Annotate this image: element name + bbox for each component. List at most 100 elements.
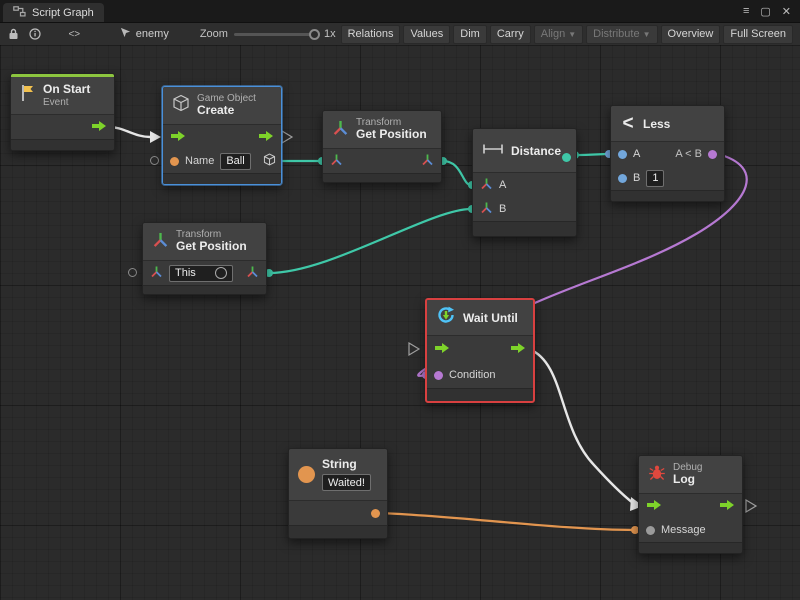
node-footer bbox=[323, 173, 441, 182]
port-row bbox=[289, 501, 387, 525]
zoom-slider-handle[interactable] bbox=[309, 29, 320, 40]
port-row: Name Ball bbox=[163, 149, 281, 173]
graph-canvas[interactable]: On Start Event Game Object Create bbox=[0, 45, 800, 600]
dim-button[interactable]: Dim bbox=[453, 25, 487, 44]
zoom-label: Zoom bbox=[200, 28, 228, 40]
transform-icon bbox=[332, 119, 349, 141]
port-row: Condition bbox=[427, 362, 533, 388]
node-footer bbox=[11, 139, 114, 150]
flow-out-port[interactable] bbox=[258, 130, 274, 145]
wire-getposition-to-distance-a[interactable] bbox=[443, 161, 471, 185]
message-port[interactable] bbox=[646, 526, 655, 535]
info-icon[interactable] bbox=[27, 26, 44, 43]
graph-name[interactable]: enemy bbox=[120, 27, 169, 41]
port-label: A bbox=[633, 148, 640, 160]
distribute-dropdown[interactable]: Distribute▼ bbox=[586, 25, 657, 44]
b-value-field[interactable]: 1 bbox=[646, 170, 664, 187]
flow-in-port[interactable] bbox=[434, 342, 450, 357]
wire-waituntil-to-debuglog[interactable] bbox=[529, 349, 633, 503]
less-a-port[interactable] bbox=[618, 150, 627, 159]
target-field[interactable]: This bbox=[169, 265, 233, 282]
window-maximize-icon[interactable]: ▢ bbox=[760, 5, 770, 18]
position-out-port[interactable] bbox=[421, 153, 434, 169]
ruler-icon bbox=[482, 142, 504, 160]
overview-button[interactable]: Overview bbox=[661, 25, 721, 44]
wire-onstart-to-create[interactable] bbox=[109, 127, 150, 137]
name-input-port[interactable] bbox=[170, 157, 179, 166]
wait-clock-icon bbox=[436, 305, 456, 330]
node-title: Log bbox=[673, 473, 702, 487]
node-footer bbox=[639, 542, 742, 553]
node-header: Distance bbox=[473, 129, 576, 173]
tab-label: Script Graph bbox=[32, 7, 94, 19]
full-screen-button[interactable]: Full Screen bbox=[723, 25, 793, 44]
port-row: This bbox=[143, 261, 266, 285]
node-get-position-left[interactable]: Transform Get Position This bbox=[142, 222, 267, 295]
graph-name-label: enemy bbox=[136, 28, 169, 40]
relations-button[interactable]: Relations bbox=[341, 25, 401, 44]
port-label: A bbox=[499, 179, 506, 191]
node-footer bbox=[427, 388, 533, 401]
script-graph-icon bbox=[13, 6, 26, 20]
carry-button[interactable]: Carry bbox=[490, 25, 531, 44]
node-header: String Waited! bbox=[289, 449, 387, 501]
node-title: Get Position bbox=[356, 128, 427, 142]
string-out-port[interactable] bbox=[371, 509, 380, 518]
node-debug-log[interactable]: Debug Log Message bbox=[638, 455, 743, 554]
node-string[interactable]: String Waited! bbox=[288, 448, 388, 539]
position-out-port[interactable] bbox=[246, 265, 259, 281]
flow-in-port[interactable] bbox=[646, 499, 662, 514]
node-header: Game Object Create bbox=[163, 87, 281, 125]
wire-distance-to-less[interactable] bbox=[575, 154, 608, 155]
transform-in-port[interactable] bbox=[330, 153, 343, 169]
values-button[interactable]: Values bbox=[403, 25, 450, 44]
port-label: Name bbox=[185, 155, 214, 167]
string-value-field[interactable]: Waited! bbox=[322, 474, 371, 491]
flow-out-port[interactable] bbox=[719, 499, 735, 514]
wire-getposition-to-distance-b[interactable] bbox=[269, 209, 471, 273]
game-object-out-port[interactable] bbox=[263, 153, 276, 169]
node-header: Wait Until bbox=[427, 300, 533, 336]
bug-icon bbox=[648, 464, 666, 486]
name-value-field[interactable]: Ball bbox=[220, 153, 250, 170]
node-subtitle: Event bbox=[43, 97, 90, 109]
code-view-icon[interactable]: <> bbox=[66, 26, 83, 43]
node-title: Create bbox=[197, 104, 256, 118]
flow-stub-triangle bbox=[409, 343, 419, 355]
port-label: Condition bbox=[449, 369, 495, 381]
tab-script-graph[interactable]: Script Graph bbox=[3, 3, 104, 22]
port-row bbox=[163, 125, 281, 149]
unconnected-port-indicator bbox=[128, 268, 137, 277]
object-picker-icon[interactable] bbox=[215, 267, 227, 279]
flow-stub-triangle bbox=[282, 131, 292, 143]
wire-arrowhead bbox=[150, 131, 161, 143]
result-label: A < B bbox=[675, 148, 702, 160]
flow-in-port[interactable] bbox=[170, 130, 186, 145]
node-distance[interactable]: Distance A B bbox=[472, 128, 577, 237]
less-b-port[interactable] bbox=[618, 174, 627, 183]
condition-port[interactable] bbox=[434, 371, 443, 380]
window-close-icon[interactable]: ✕ bbox=[782, 5, 791, 18]
align-dropdown[interactable]: Align▼ bbox=[534, 25, 583, 44]
node-on-start-event[interactable]: On Start Event bbox=[10, 73, 115, 151]
node-wait-until[interactable]: Wait Until Condition bbox=[425, 298, 535, 403]
port-row: B 1 bbox=[611, 166, 724, 190]
flow-out-port[interactable] bbox=[91, 120, 107, 135]
node-less[interactable]: < Less A A < B B 1 bbox=[610, 105, 725, 202]
window-menu-icon[interactable]: ≡ bbox=[743, 5, 749, 17]
cube-icon bbox=[172, 94, 190, 117]
wire-string-to-debuglog[interactable] bbox=[378, 513, 635, 530]
port-row bbox=[427, 336, 533, 362]
flow-out-port[interactable] bbox=[510, 342, 526, 357]
transform-in-port[interactable] bbox=[150, 265, 163, 281]
less-result-out-port[interactable] bbox=[708, 150, 717, 159]
lock-icon[interactable] bbox=[5, 26, 22, 43]
transform-a-port[interactable] bbox=[480, 177, 493, 193]
transform-b-port[interactable] bbox=[480, 201, 493, 217]
node-create-game-object[interactable]: Game Object Create Name Ball bbox=[162, 86, 282, 185]
distance-result-out-port[interactable] bbox=[562, 153, 571, 162]
zoom-slider[interactable] bbox=[234, 33, 318, 36]
node-get-position-top[interactable]: Transform Get Position bbox=[322, 110, 442, 183]
toolbar-buttons: Relations Values Dim Carry Align▼ Distri… bbox=[341, 25, 795, 44]
unconnected-port-indicator bbox=[150, 156, 159, 165]
